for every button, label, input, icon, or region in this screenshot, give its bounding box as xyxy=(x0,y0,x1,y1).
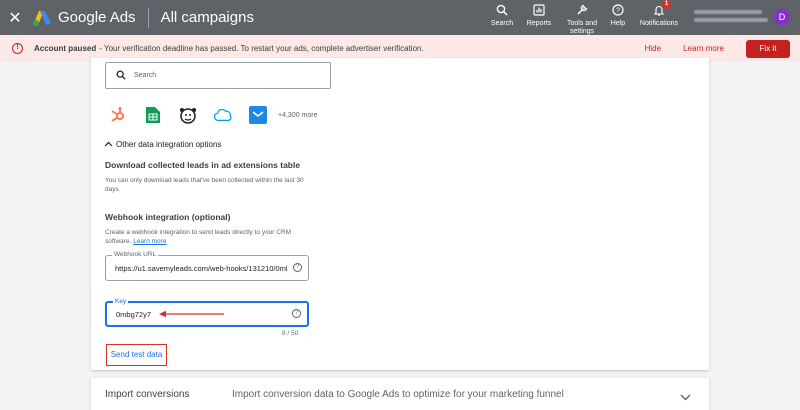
webhook-url-field[interactable]: Webhook URL https://u1.savemyleads.com/w… xyxy=(105,251,309,281)
chevron-down-icon[interactable] xyxy=(680,388,691,406)
search-placeholder: Search xyxy=(134,72,157,79)
hide-button[interactable]: Hide xyxy=(645,44,661,53)
download-heading: Download collected leads in ad extension… xyxy=(105,160,301,170)
help-icon[interactable]: ? xyxy=(293,263,302,272)
webhook-url-value: https://u1.savemyleads.com/web-hooks/131… xyxy=(115,264,287,273)
google-sheets-icon[interactable] xyxy=(144,106,162,124)
wrench-icon xyxy=(575,3,589,17)
alert-icon: ! xyxy=(12,43,23,54)
bell-icon: 1 xyxy=(652,0,671,17)
divider xyxy=(147,7,149,28)
download-text: You can only download leads that've been… xyxy=(105,177,304,193)
import-conversions-section[interactable]: Import conversions Import conversion dat… xyxy=(91,378,709,410)
key-character-counter: 8 / 50 xyxy=(282,330,299,337)
reports-icon xyxy=(532,3,546,17)
tools-settings-action-label: Tools and settings xyxy=(567,20,597,35)
notification-badge: 1 xyxy=(662,0,671,9)
help-action-label: Help xyxy=(610,20,626,27)
top-actions: Search Reports Tools and settings ? Help… xyxy=(487,0,800,35)
fix-it-button[interactable]: Fix it xyxy=(746,39,790,58)
other-integration-options-toggle[interactable]: Other data integration options xyxy=(104,140,221,149)
search-action[interactable]: Search xyxy=(487,0,517,28)
chevron-up-icon xyxy=(104,140,113,149)
reports-action-label: Reports xyxy=(526,20,552,27)
alert-title: Account paused xyxy=(34,44,97,53)
help-action[interactable]: ? Help xyxy=(605,0,631,28)
page-title: All campaigns xyxy=(160,9,254,26)
lead-form-card: Search +4,300 more Other data integratio… xyxy=(91,58,709,370)
mailchimp-icon[interactable] xyxy=(179,106,197,124)
more-integrations-label[interactable]: +4,300 more xyxy=(278,112,318,119)
integration-list: +4,300 more xyxy=(109,106,318,124)
help-icon: ? xyxy=(611,3,625,17)
close-icon[interactable]: ✕ xyxy=(0,8,30,28)
zapier-mail-icon[interactable] xyxy=(249,106,267,124)
webhook-description: Create a webhook integration to send lea… xyxy=(105,228,317,246)
alert-message: - Your verification deadline has passed.… xyxy=(99,44,424,53)
reports-action[interactable]: Reports xyxy=(521,0,557,28)
import-conversions-title: Import conversions xyxy=(105,388,190,400)
top-bar: ✕ Google Ads All campaigns Search Report… xyxy=(0,0,800,35)
learn-more-link[interactable]: Learn more xyxy=(683,44,724,53)
hubspot-icon[interactable] xyxy=(109,106,127,124)
import-conversions-description: Import conversion data to Google Ads to … xyxy=(232,388,564,400)
search-icon xyxy=(116,70,128,82)
search-action-label: Search xyxy=(490,20,514,27)
help-icon[interactable]: ? xyxy=(292,309,301,318)
annotation-arrow-icon xyxy=(159,310,224,318)
search-icon xyxy=(495,3,509,17)
avatar[interactable]: D xyxy=(774,9,790,25)
tools-settings-action[interactable]: Tools and settings xyxy=(563,0,601,36)
send-test-data-button[interactable]: Send test data xyxy=(106,344,167,366)
webhook-learn-more-link[interactable]: Learn more xyxy=(133,238,166,245)
key-field[interactable]: Key 0mbg72y7 ? xyxy=(105,298,309,327)
brand-name: Google Ads xyxy=(58,9,136,26)
key-label: Key xyxy=(113,298,129,305)
notifications-action[interactable]: 1 Notifications xyxy=(636,0,682,28)
webhook-url-label: Webhook URL xyxy=(112,251,159,258)
integration-search-input[interactable]: Search xyxy=(105,62,331,89)
svg-text:?: ? xyxy=(616,8,620,15)
webhook-heading: Webhook integration (optional) xyxy=(105,212,231,222)
salesforce-cloud-icon[interactable] xyxy=(214,106,232,124)
notifications-action-label: Notifications xyxy=(639,20,679,27)
account-info[interactable] xyxy=(694,8,768,24)
other-options-label: Other data integration options xyxy=(116,140,222,149)
google-ads-logo xyxy=(32,10,52,26)
